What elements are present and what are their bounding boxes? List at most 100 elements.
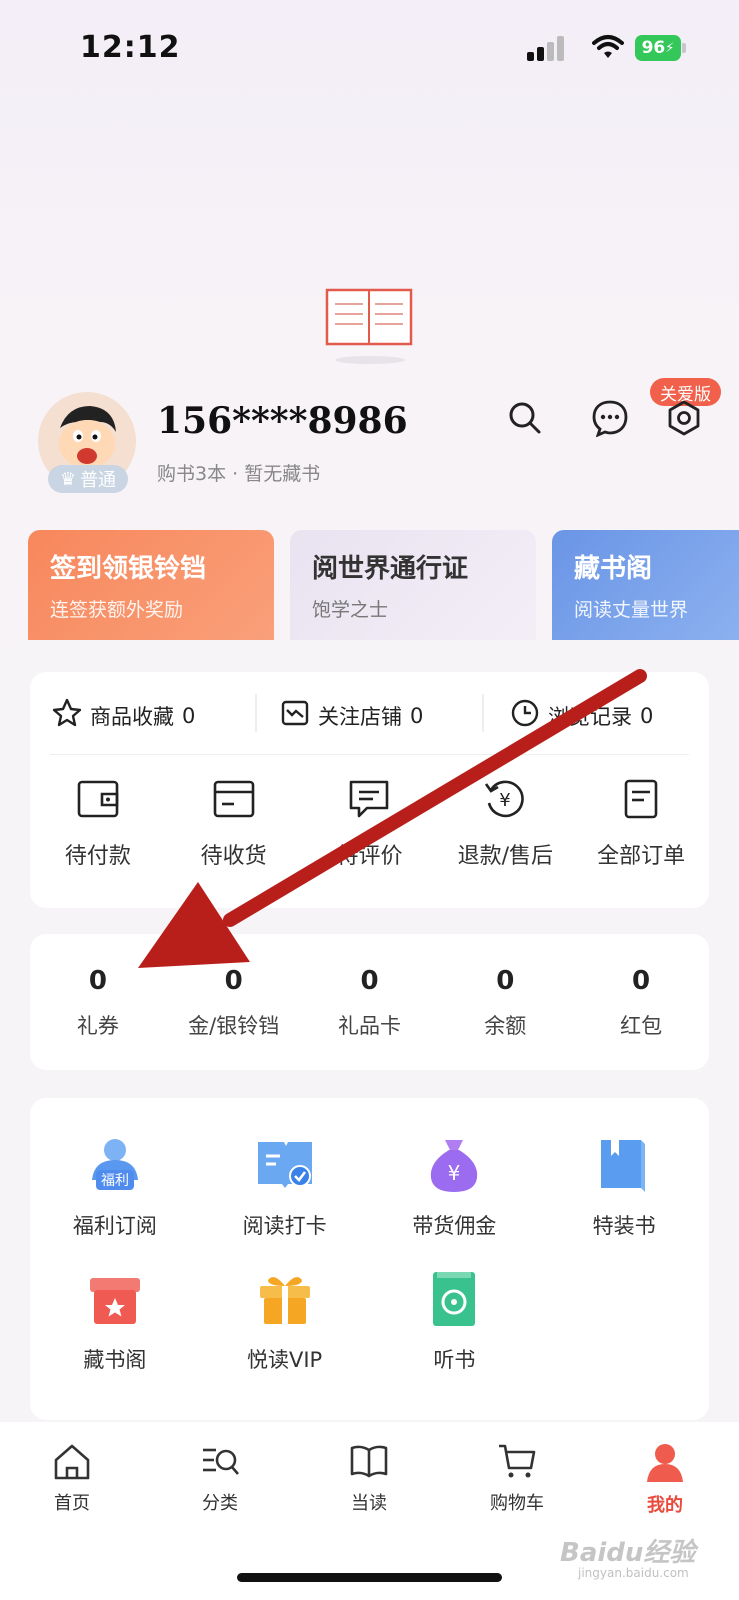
tab-label: 分类 — [202, 1493, 238, 1514]
tool-special-edition[interactable]: 特装书 — [549, 1134, 699, 1240]
audiobook-icon — [423, 1268, 485, 1334]
clock-icon — [510, 698, 540, 733]
tool-label: 藏书阁 — [83, 1348, 147, 1372]
order-all[interactable]: 全部订单 — [581, 778, 701, 870]
tab-cart[interactable]: 购物车 — [472, 1442, 562, 1515]
wallet-icon — [76, 778, 120, 824]
user-summary: 购书3本 · 暂无藏书 — [157, 463, 321, 485]
svg-text:¥: ¥ — [500, 790, 511, 811]
shop-icon — [280, 698, 310, 733]
star-icon — [52, 698, 82, 733]
promo-subtitle: 连签获额外奖励 — [50, 599, 184, 621]
member-level-label: 普通 — [80, 470, 117, 491]
member-level-badge: ♛ 普通 — [48, 465, 128, 493]
tool-label: 特装书 — [592, 1214, 656, 1238]
asset-bells[interactable]: 0 金/银铃铛 — [174, 966, 294, 1040]
home-indicator — [237, 1573, 502, 1582]
favorites-label: 浏览记录 — [548, 704, 632, 729]
order-pending-review[interactable]: 待评价 — [309, 778, 429, 870]
asset-label: 红包 — [620, 1014, 663, 1038]
welfare-badge-text: 福利 — [101, 1173, 129, 1189]
order-label: 退款/售后 — [457, 844, 553, 869]
home-icon — [52, 1442, 92, 1485]
tool-library[interactable]: 藏书阁 — [40, 1268, 190, 1374]
favorites-goods[interactable]: 商品收藏 0 — [52, 698, 195, 733]
svg-text:¥: ¥ — [448, 1161, 461, 1185]
cellular-signal-icon — [527, 35, 567, 61]
tool-label: 福利订阅 — [72, 1214, 157, 1238]
browse-history[interactable]: 浏览记录 0 — [510, 698, 653, 733]
asset-value: 0 — [88, 966, 107, 996]
cart-icon — [497, 1442, 537, 1485]
messages-button[interactable] — [586, 396, 634, 444]
tab-category[interactable]: 分类 — [175, 1442, 265, 1515]
chat-bubble-icon — [591, 399, 629, 441]
asset-red-packet[interactable]: 0 红包 — [581, 966, 701, 1040]
order-refund[interactable]: ¥ 退款/售后 — [445, 778, 565, 870]
tool-welfare-subscribe[interactable]: 福利 福利订阅 — [40, 1134, 190, 1240]
refund-icon: ¥ — [483, 778, 527, 824]
tab-home[interactable]: 首页 — [27, 1442, 117, 1515]
crown-icon: ♛ — [59, 468, 77, 490]
tool-label: 听书 — [433, 1348, 476, 1372]
favorites-label: 商品收藏 — [90, 704, 174, 729]
promo-subtitle: 饱学之士 — [312, 599, 389, 621]
order-label: 全部订单 — [597, 844, 686, 869]
promo-library-card[interactable]: 藏书阁 阅读丈量世界 — [552, 530, 739, 640]
promo-title: 阅世界通行证 — [312, 554, 469, 584]
banner-book-icon — [325, 288, 415, 348]
search-icon — [507, 400, 543, 440]
favorites-count: 0 — [640, 703, 654, 728]
asset-label: 金/银铃铛 — [188, 1014, 280, 1038]
tool-reading-checkin[interactable]: 阅读打卡 — [210, 1134, 360, 1240]
category-icon — [200, 1442, 240, 1485]
money-bag-icon: ¥ — [423, 1134, 485, 1200]
tool-audiobook[interactable]: 听书 — [379, 1268, 529, 1374]
tool-label: 悦读VIP — [247, 1348, 323, 1372]
asset-balance[interactable]: 0 余额 — [445, 966, 565, 1040]
status-time: 12:12 — [80, 30, 181, 65]
asset-label: 余额 — [484, 1014, 527, 1038]
asset-gift-card[interactable]: 0 礼品卡 — [309, 966, 429, 1040]
promo-passport-card[interactable]: 阅世界通行证 饱学之士 — [290, 530, 536, 640]
tools-card: 福利 福利订阅 阅读打卡 ¥ 带货佣金 特装书 藏书阁 悦读VIP 听书 — [30, 1098, 709, 1420]
tool-label: 阅读打卡 — [242, 1214, 327, 1238]
checkin-icon — [254, 1134, 316, 1200]
followed-shops[interactable]: 关注店铺 0 — [280, 698, 423, 733]
box-icon — [212, 778, 256, 824]
tool-commission[interactable]: ¥ 带货佣金 — [379, 1134, 529, 1240]
settings-button[interactable] — [660, 396, 708, 444]
tab-label: 当读 — [351, 1493, 387, 1514]
battery-level: 96 — [641, 38, 666, 58]
asset-label: 礼券 — [76, 1014, 119, 1038]
order-label: 待付款 — [64, 844, 131, 869]
asset-coupons[interactable]: 0 礼券 — [38, 966, 158, 1040]
asset-value: 0 — [496, 966, 515, 996]
favorites-count: 0 — [182, 703, 196, 728]
asset-value: 0 — [360, 966, 379, 996]
user-phone: 156****8986 — [157, 400, 408, 442]
tab-label: 我的 — [647, 1495, 683, 1516]
promo-title: 藏书阁 — [574, 554, 653, 584]
orders-icon — [619, 778, 663, 824]
order-pending-receipt[interactable]: 待收货 — [174, 778, 294, 870]
promo-title: 签到领银铃铛 — [50, 554, 207, 584]
wifi-icon — [592, 34, 624, 60]
asset-label: 礼品卡 — [337, 1014, 401, 1038]
tab-profile[interactable]: 我的 — [620, 1442, 710, 1517]
vip-gift-icon — [254, 1268, 316, 1334]
tab-label: 购物车 — [490, 1493, 544, 1514]
tool-label: 带货佣金 — [412, 1214, 497, 1238]
watermark-url: jingyan.baidu.com — [578, 1566, 689, 1580]
tab-reading[interactable]: 当读 — [324, 1442, 414, 1515]
battery-icon: 96 ⚡ — [635, 35, 687, 61]
promo-checkin-card[interactable]: 签到领银铃铛 连签获额外奖励 — [28, 530, 274, 640]
tool-vip[interactable]: 悦读VIP — [210, 1268, 360, 1374]
search-button[interactable] — [501, 396, 549, 444]
asset-value: 0 — [224, 966, 243, 996]
profile-icon — [645, 1442, 685, 1487]
order-pending-payment[interactable]: 待付款 — [38, 778, 158, 870]
comment-icon — [347, 778, 391, 824]
gift-star-icon — [84, 1268, 146, 1334]
promo-subtitle: 阅读丈量世界 — [574, 599, 689, 621]
